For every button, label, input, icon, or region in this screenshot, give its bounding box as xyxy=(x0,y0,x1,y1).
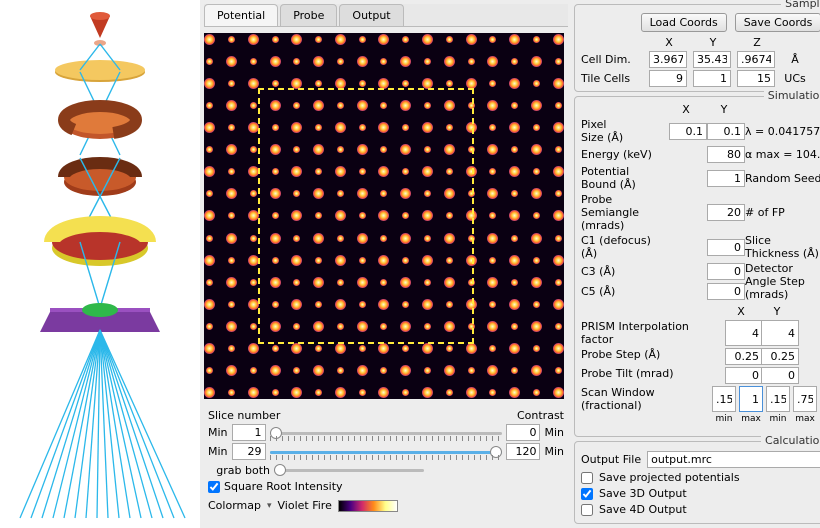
output-file-label: Output File xyxy=(581,453,641,466)
contrast-label: Contrast xyxy=(517,409,564,422)
tile-z-input[interactable] xyxy=(737,70,775,87)
c5-label: C5 (Å) xyxy=(581,285,665,298)
potential-image-view[interactable] xyxy=(204,33,564,399)
xy-header-x2: X xyxy=(725,305,757,318)
tile-y-input[interactable] xyxy=(693,70,731,87)
potential-bound-input[interactable] xyxy=(707,170,745,187)
visualization-tabs: Potential Probe Output xyxy=(204,4,568,27)
output-file-input[interactable] xyxy=(647,451,820,468)
prism-label: PRISM Interpolation factor xyxy=(581,320,721,346)
lambda-text: λ = 0.0417572Å xyxy=(745,125,820,138)
cell-dim-z-input[interactable] xyxy=(737,51,775,68)
slice-min-input[interactable] xyxy=(232,424,266,441)
scan-window-rectangle[interactable] xyxy=(258,88,474,344)
chevron-down-icon[interactable]: ▾ xyxy=(267,501,272,511)
colormap-swatch xyxy=(338,500,398,512)
contrast-min-input[interactable] xyxy=(506,424,540,441)
sim-header-y: Y xyxy=(707,103,741,116)
energy-input[interactable] xyxy=(707,146,745,163)
pixel-size-y-input[interactable] xyxy=(707,123,745,140)
simulation-settings-group: Simulation Settings XY Pixel Size (Å) λ … xyxy=(574,96,820,437)
alpha-max-text: α max = 104.393 mra xyxy=(745,148,820,161)
slice-max-input[interactable] xyxy=(232,443,266,460)
c1-label: C1 (defocus)(Å) xyxy=(581,234,665,260)
save-projected-label: Save projected potentials xyxy=(599,471,740,484)
scan-window-label: Scan Window (fractional) xyxy=(581,386,709,412)
probe-step-label: Probe Step (Å) xyxy=(581,348,721,365)
pixel-size-x-input[interactable] xyxy=(669,123,707,140)
sim-header-x: X xyxy=(669,103,703,116)
cell-dim-x-input[interactable] xyxy=(649,51,687,68)
cell-dim-label: Cell Dim. xyxy=(581,53,645,66)
save-projected-checkbox[interactable] xyxy=(581,472,593,484)
slice-max-label: Min xyxy=(208,445,228,458)
tab-output[interactable]: Output xyxy=(339,4,403,26)
tile-unit: UCs xyxy=(781,72,809,85)
sqrt-intensity-checkbox[interactable] xyxy=(208,481,220,493)
simulation-settings-legend: Simulation Settings xyxy=(764,89,820,102)
tile-cells-label: Tile Cells xyxy=(581,72,645,85)
slice-number-label: Slice number xyxy=(208,409,280,422)
colormap-value: Violet Fire xyxy=(278,499,332,512)
save-4d-label: Save 4D Output xyxy=(599,503,687,516)
cell-dim-y-input[interactable] xyxy=(693,51,731,68)
slice-thickness-label: Slice Thickness (Å) xyxy=(745,234,820,260)
c5-input[interactable] xyxy=(707,283,745,300)
slice-min-label: Min xyxy=(208,426,228,439)
slice-max-slider[interactable] xyxy=(270,444,503,460)
probe-step-x-input[interactable] xyxy=(725,348,763,365)
grab-both-slider[interactable] xyxy=(274,462,424,478)
random-seed-label: Random Seed xyxy=(745,172,820,185)
semiangle-input[interactable] xyxy=(707,204,745,221)
tab-potential[interactable]: Potential xyxy=(204,4,278,26)
scan-xmax-label: max xyxy=(739,414,763,424)
save-4d-checkbox[interactable] xyxy=(581,504,593,516)
contrast-max-input[interactable] xyxy=(506,443,540,460)
num-fp-label: # of FP xyxy=(745,206,820,219)
sample-settings-legend: Sample Settings xyxy=(781,0,820,10)
sample-header-z: Z xyxy=(737,36,777,49)
probe-tilt-label: Probe Tilt (mrad) xyxy=(581,367,721,384)
save-3d-checkbox[interactable] xyxy=(581,488,593,500)
load-coords-button[interactable]: Load Coords xyxy=(641,13,727,32)
scan-ymax-input[interactable] xyxy=(793,386,817,412)
energy-label: Energy (keV) xyxy=(581,148,665,161)
probe-tilt-y-input[interactable] xyxy=(761,367,799,384)
c3-label: C3 (Å) xyxy=(581,265,665,278)
detector-step-label: Detector Angle Step (mrads) xyxy=(745,262,820,301)
sqrt-intensity-label: Square Root Intensity xyxy=(224,480,343,493)
semiangle-label: Probe Semiangle (mrads) xyxy=(581,193,665,232)
colormap-label: Colormap xyxy=(208,499,261,512)
calculation-settings-group: Calculation Settings Output File Save pr… xyxy=(574,441,820,524)
c1-input[interactable] xyxy=(707,239,745,256)
cell-dim-unit: Å xyxy=(781,53,809,66)
slice-min-slider[interactable] xyxy=(270,425,503,441)
potential-bound-label: Potential Bound (Å) xyxy=(581,165,665,191)
scan-xmax-input[interactable] xyxy=(739,386,763,412)
sample-header-x: X xyxy=(649,36,689,49)
calculation-settings-legend: Calculation Settings xyxy=(761,434,820,447)
scan-ymin-input[interactable] xyxy=(766,386,790,412)
grab-both-label: grab both xyxy=(208,464,270,477)
scan-xmin-label: min xyxy=(712,414,736,424)
save-coords-button[interactable]: Save Coords xyxy=(735,13,820,32)
prism-y-input[interactable] xyxy=(761,320,799,346)
scan-xmin-input[interactable] xyxy=(712,386,736,412)
sample-settings-group: Sample Settings Load Coords Save Coords … xyxy=(574,4,820,92)
scan-ymin-label: min xyxy=(766,414,790,424)
tab-probe[interactable]: Probe xyxy=(280,4,337,26)
prism-x-input[interactable] xyxy=(725,320,763,346)
c3-input[interactable] xyxy=(707,263,745,280)
save-3d-label: Save 3D Output xyxy=(599,487,687,500)
probe-tilt-x-input[interactable] xyxy=(725,367,763,384)
sample-header-y: Y xyxy=(693,36,733,49)
contrast-min-label: Min xyxy=(544,426,564,439)
pixel-size-label: Pixel Size (Å) xyxy=(581,118,665,144)
tile-x-input[interactable] xyxy=(649,70,687,87)
scan-ymax-label: max xyxy=(793,414,817,424)
contrast-max-label: Min xyxy=(544,445,564,458)
microscope-schematic-illustration xyxy=(5,10,195,520)
probe-step-y-input[interactable] xyxy=(761,348,799,365)
xy-header-y2: Y xyxy=(761,305,793,318)
